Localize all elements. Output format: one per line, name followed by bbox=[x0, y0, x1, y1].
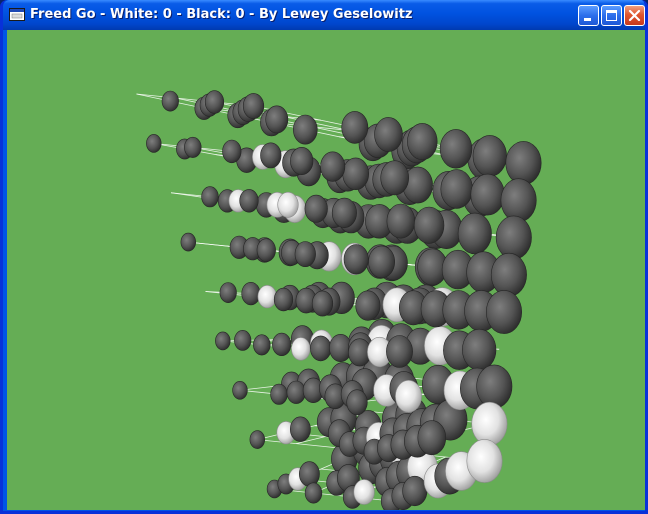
black-stone[interactable] bbox=[485, 290, 522, 334]
black-stone[interactable] bbox=[374, 117, 403, 152]
black-stone[interactable] bbox=[234, 329, 252, 351]
black-stone[interactable] bbox=[273, 287, 294, 312]
black-stone[interactable] bbox=[320, 151, 346, 182]
black-stone[interactable] bbox=[311, 290, 334, 317]
black-stone[interactable] bbox=[470, 173, 505, 216]
black-stone[interactable] bbox=[457, 212, 492, 255]
white-stone[interactable] bbox=[277, 191, 299, 218]
black-stone[interactable] bbox=[242, 93, 265, 119]
black-stone[interactable] bbox=[368, 245, 396, 279]
black-stone[interactable] bbox=[272, 332, 292, 357]
black-stone[interactable] bbox=[201, 186, 219, 208]
black-stone[interactable] bbox=[146, 134, 162, 153]
white-stone[interactable] bbox=[353, 479, 375, 505]
black-stone[interactable] bbox=[294, 241, 316, 268]
black-stone[interactable] bbox=[241, 282, 261, 306]
white-stone[interactable] bbox=[466, 439, 503, 483]
black-stone[interactable] bbox=[440, 169, 473, 209]
black-stone[interactable] bbox=[270, 383, 288, 405]
go-board-3d[interactable] bbox=[7, 30, 645, 510]
board-stones bbox=[146, 90, 542, 510]
black-stone[interactable] bbox=[290, 147, 314, 176]
black-stone[interactable] bbox=[219, 282, 237, 304]
app-icon[interactable] bbox=[9, 8, 25, 21]
black-stone[interactable] bbox=[289, 416, 311, 442]
black-stone[interactable] bbox=[292, 114, 318, 145]
white-stone[interactable] bbox=[395, 379, 422, 413]
black-stone[interactable] bbox=[331, 197, 357, 228]
black-stone[interactable] bbox=[161, 90, 179, 112]
black-stone[interactable] bbox=[417, 420, 447, 456]
black-stone[interactable] bbox=[413, 206, 445, 244]
black-stone[interactable] bbox=[215, 331, 231, 351]
black-stone[interactable] bbox=[204, 90, 225, 114]
white-stone[interactable] bbox=[257, 285, 277, 309]
black-stone[interactable] bbox=[505, 141, 542, 185]
game-viewport[interactable] bbox=[7, 30, 645, 510]
black-stone[interactable] bbox=[500, 178, 537, 223]
black-stone[interactable] bbox=[342, 157, 370, 191]
black-stone[interactable] bbox=[265, 105, 289, 134]
title-bar[interactable]: Freed Go - White: 0 - Black: 0 - By Lewe… bbox=[3, 0, 645, 30]
white-stone[interactable] bbox=[471, 401, 508, 446]
black-stone[interactable] bbox=[184, 136, 202, 158]
black-stone[interactable] bbox=[462, 328, 497, 371]
black-stone[interactable] bbox=[232, 380, 248, 400]
black-stone[interactable] bbox=[495, 215, 532, 260]
maximize-icon bbox=[606, 10, 617, 21]
maximize-button[interactable] bbox=[601, 5, 622, 26]
black-stone[interactable] bbox=[222, 139, 242, 164]
black-stone[interactable] bbox=[386, 203, 416, 239]
black-stone[interactable] bbox=[253, 334, 271, 356]
black-stone[interactable] bbox=[304, 194, 328, 223]
window-title: Freed Go - White: 0 - Black: 0 - By Lewe… bbox=[30, 7, 413, 22]
black-stone[interactable] bbox=[341, 111, 369, 144]
app-window: Freed Go - White: 0 - Black: 0 - By Lewe… bbox=[0, 0, 648, 514]
minimize-icon bbox=[584, 18, 591, 21]
black-stone[interactable] bbox=[439, 129, 473, 169]
black-stone[interactable] bbox=[476, 364, 513, 409]
black-stone[interactable] bbox=[343, 244, 369, 275]
close-icon bbox=[628, 9, 641, 22]
black-stone[interactable] bbox=[346, 389, 368, 416]
white-stone[interactable] bbox=[291, 337, 311, 361]
minimize-button[interactable] bbox=[578, 5, 599, 26]
black-stone[interactable] bbox=[286, 380, 306, 404]
black-stone[interactable] bbox=[310, 335, 332, 362]
black-stone[interactable] bbox=[380, 160, 410, 196]
black-stone[interactable] bbox=[304, 482, 323, 504]
black-stone[interactable] bbox=[386, 335, 413, 368]
black-stone[interactable] bbox=[472, 135, 507, 177]
black-stone[interactable] bbox=[298, 461, 320, 487]
black-stone[interactable] bbox=[402, 475, 428, 507]
black-stone[interactable] bbox=[180, 232, 197, 252]
close-button[interactable] bbox=[624, 5, 645, 26]
black-stone[interactable] bbox=[407, 123, 438, 161]
black-stone[interactable] bbox=[355, 290, 381, 321]
black-stone[interactable] bbox=[260, 142, 282, 169]
black-stone[interactable] bbox=[256, 238, 276, 262]
black-stone[interactable] bbox=[249, 430, 266, 449]
black-stone[interactable] bbox=[239, 189, 259, 213]
black-stone[interactable] bbox=[490, 252, 527, 297]
